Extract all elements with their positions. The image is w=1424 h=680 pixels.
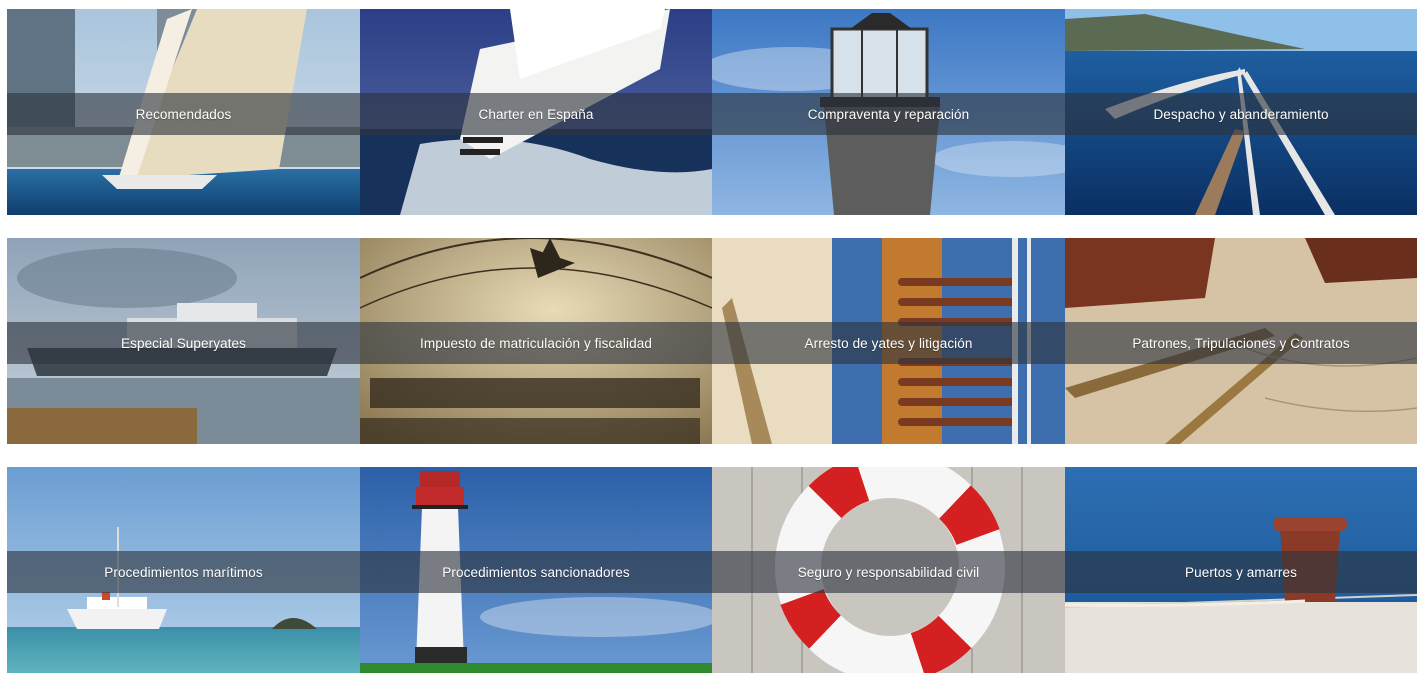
tile-label-band: Compraventa y reparación [712,93,1065,135]
tile-label: Recomendados [135,106,232,122]
tile-charter-espana[interactable]: Charter en España [360,9,712,215]
tile-procedimientos-sancionadores[interactable]: Procedimientos sancionadores [360,467,712,673]
tile-compraventa-reparacion[interactable]: Compraventa y reparación [712,9,1065,215]
tile-label-band: Puertos y amarres [1065,551,1417,593]
tile-label: Puertos y amarres [1185,564,1297,580]
tile-despacho-abanderamiento[interactable]: Despacho y abanderamiento [1065,9,1417,215]
tile-label: Procedimientos sancionadores [442,564,630,580]
tile-label: Arresto de yates y litigación [804,335,973,351]
tile-label: Seguro y responsabilidad civil [797,564,980,580]
tile-seguro-responsabilidad[interactable]: Seguro y responsabilidad civil [712,467,1065,673]
tile-label: Procedimientos marítimos [104,564,263,580]
tile-procedimientos-maritimos[interactable]: Procedimientos marítimos [7,467,360,673]
tile-label-band: Especial Superyates [7,322,360,364]
tile-label: Compraventa y reparación [807,106,970,122]
tile-label: Especial Superyates [121,335,246,351]
tile-label-band: Arresto de yates y litigación [712,322,1065,364]
tile-label: Charter en España [478,106,594,122]
tile-especial-superyates[interactable]: Especial Superyates [7,238,360,444]
tile-label: Impuesto de matriculación y fiscalidad [420,335,652,351]
tile-label-band: Patrones, Tripulaciones y Contratos [1065,322,1417,364]
tile-label-band: Charter en España [360,93,712,135]
tile-label: Patrones, Tripulaciones y Contratos [1132,335,1350,351]
tile-arresto-yates[interactable]: Arresto de yates y litigación [712,238,1065,444]
tile-patrones-tripulaciones[interactable]: Patrones, Tripulaciones y Contratos [1065,238,1417,444]
tile-label-band: Impuesto de matriculación y fiscalidad [360,322,712,364]
services-grid: Recomendados Charter en España Compraven… [7,9,1417,673]
tile-label-band: Despacho y abanderamiento [1065,93,1417,135]
tile-label-band: Seguro y responsabilidad civil [712,551,1065,593]
tile-label-band: Recomendados [7,93,360,135]
tile-label-band: Procedimientos sancionadores [360,551,712,593]
tile-label: Despacho y abanderamiento [1153,106,1329,122]
tile-label-band: Procedimientos marítimos [7,551,360,593]
tile-recomendados[interactable]: Recomendados [7,9,360,215]
tile-puertos-amarres[interactable]: Puertos y amarres [1065,467,1417,673]
tile-impuesto-matriculacion[interactable]: Impuesto de matriculación y fiscalidad [360,238,712,444]
